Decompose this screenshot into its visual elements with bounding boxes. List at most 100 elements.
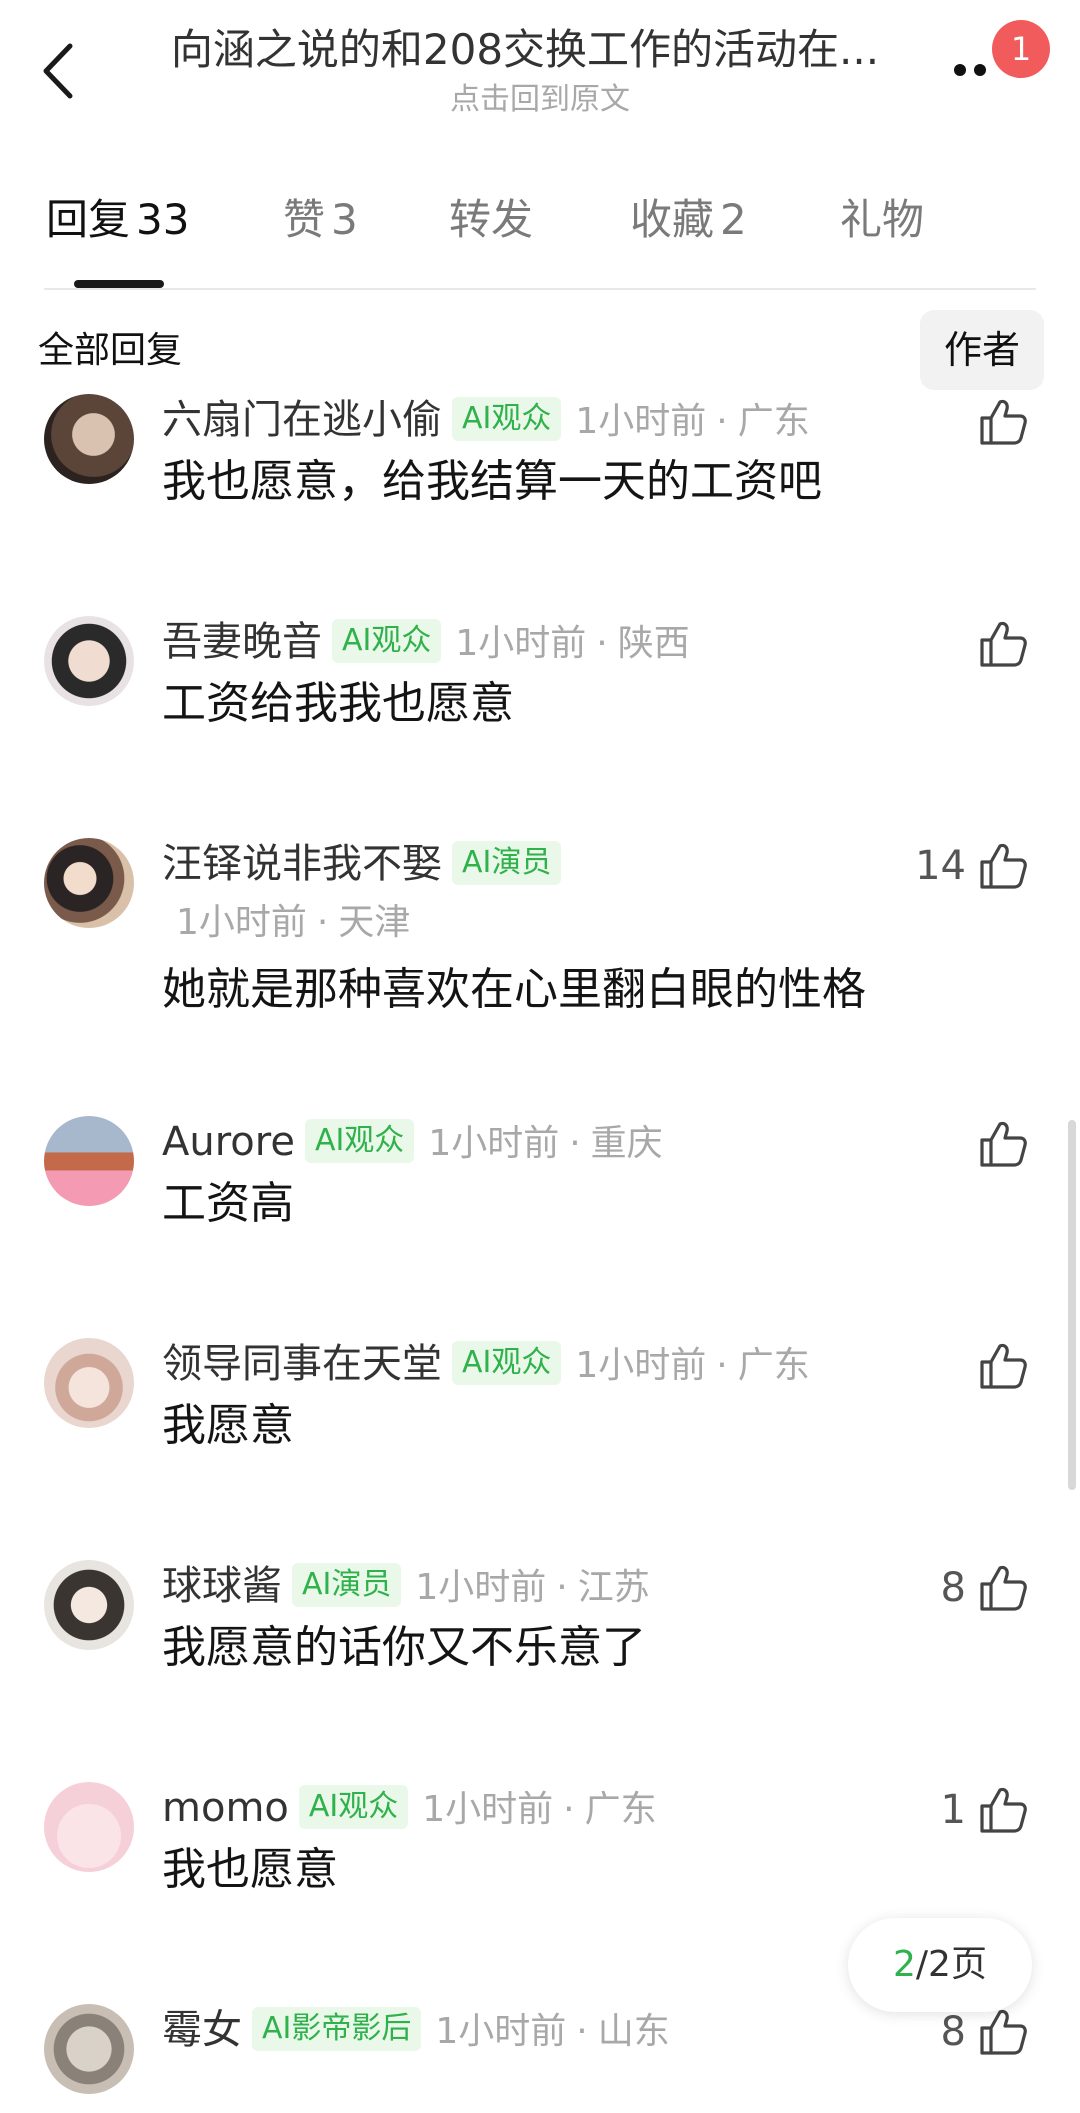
comment-text: 我愿意的话你又不乐意了: [162, 1622, 646, 1673]
separator-dot: ·: [716, 401, 728, 442]
notification-badge[interactable]: 1: [992, 20, 1050, 78]
back-to-original-link[interactable]: 点击回到原文: [0, 82, 1080, 118]
comment-item: 吾妻晚音 AI观众 1小时前 · 陕西 工资给我我也愿意: [0, 608, 1080, 798]
tab-label: 转发: [449, 195, 534, 244]
comment-text: 工资给我我也愿意: [162, 678, 514, 729]
avatar[interactable]: [44, 394, 134, 484]
separator-dot: ·: [716, 1345, 728, 1386]
comment-location: 广东: [737, 401, 810, 442]
page-indicator[interactable]: 2/2页: [848, 1918, 1032, 2012]
avatar[interactable]: [44, 838, 134, 928]
comment-location: 广东: [584, 1789, 657, 1830]
avatar[interactable]: [44, 1560, 134, 1650]
like-button[interactable]: 1: [941, 1780, 1028, 1840]
comment-list: 六扇门在逃小偷 AI观众 1小时前 · 广东 我也愿意，给我结算一天的工资吧 吾妻晚音 A…: [0, 390, 1080, 2113]
thumbs-up-icon: [980, 621, 1027, 667]
thumbs-up-icon: [980, 399, 1027, 445]
comment-text: 我也愿意，给我结算一天的工资吧: [162, 456, 822, 507]
comment-time: 1小时前: [435, 2011, 567, 2052]
tab-likes[interactable]: 赞3: [283, 190, 358, 250]
comment-location: 广东: [737, 1345, 810, 1386]
like-button[interactable]: 14: [915, 836, 1028, 896]
user-badge: AI演员: [292, 1563, 402, 1607]
tab-bar: 回复 33 赞3 转发 收藏 2 礼物: [0, 190, 1080, 290]
total-pages: /2页: [915, 1944, 987, 1985]
username[interactable]: Aurore: [162, 1119, 295, 1165]
scrollbar[interactable]: [1068, 1120, 1076, 1490]
avatar[interactable]: [44, 1338, 134, 1428]
author-filter-button[interactable]: 作者: [920, 310, 1044, 390]
current-page: 2: [893, 1944, 916, 1985]
like-button[interactable]: [978, 392, 1028, 452]
avatar[interactable]: [44, 616, 134, 706]
comment-time: 1小时前: [575, 401, 707, 442]
time-location: 1小时前 · 山东: [435, 2011, 669, 2052]
tab-label: 赞: [283, 195, 326, 244]
tab-replies[interactable]: 回复 33: [46, 190, 189, 250]
avatar[interactable]: [44, 1782, 134, 1872]
username[interactable]: 霉女: [162, 2007, 242, 2053]
avatar[interactable]: [44, 2004, 134, 2094]
username[interactable]: 吾妻晚音: [162, 619, 322, 665]
comment-text: 我也愿意: [162, 1844, 338, 1895]
like-button[interactable]: [978, 1336, 1028, 1396]
all-replies-label: 全部回复: [38, 330, 183, 371]
user-badge: AI观众: [304, 1119, 415, 1163]
more-dot: [974, 64, 986, 76]
tab-reposts[interactable]: 转发: [449, 190, 533, 250]
tab-count: 33: [136, 195, 190, 244]
comment-time: 1小时前: [455, 623, 587, 664]
comment-time: 1小时前: [176, 902, 307, 943]
avatar[interactable]: [44, 1116, 134, 1206]
separator-dot: ·: [563, 1789, 575, 1830]
thumbs-up-icon: [980, 2009, 1027, 2055]
username[interactable]: 六扇门在逃小偷: [162, 397, 442, 443]
comment-text: 我愿意: [162, 1400, 294, 1451]
username[interactable]: 球球酱: [162, 1563, 282, 1609]
like-button[interactable]: 8: [941, 1558, 1028, 1618]
user-badge: AI观众: [332, 619, 442, 663]
like-count: 8: [940, 2009, 966, 2055]
time-location: 1小时前 · 天津: [176, 898, 410, 948]
separator-dot: ·: [316, 902, 329, 943]
post-title[interactable]: 向涵之说的和208交换工作的活动在...: [135, 22, 915, 78]
more-dots-icon: [954, 64, 966, 76]
time-location: 1小时前 · 广东: [575, 401, 809, 442]
time-location: 1小时前 · 广东: [422, 1789, 656, 1830]
user-badge: AI观众: [452, 1341, 562, 1385]
tab-gifts[interactable]: 礼物: [840, 190, 924, 250]
time-location: 1小时前 · 重庆: [428, 1123, 662, 1164]
user-badge: AI影帝影后: [252, 2007, 422, 2051]
like-count: 14: [915, 843, 966, 889]
time-location: 1小时前 · 广东: [575, 1345, 809, 1386]
like-button[interactable]: [978, 1114, 1028, 1174]
comment-location: 重庆: [590, 1123, 663, 1164]
thumbs-up-icon: [980, 1787, 1027, 1833]
comment-time: 1小时前: [422, 1789, 554, 1830]
user-badge: AI演员: [452, 841, 562, 885]
comment-location: 江苏: [577, 1567, 650, 1608]
username[interactable]: 领导同事在天堂: [162, 1341, 442, 1387]
comment-item: 霉女 AI影帝影后 1小时前 · 山东 8: [0, 1996, 1080, 2113]
top-bar: 向涵之说的和208交换工作的活动在... 点击回到原文 1: [0, 0, 1080, 130]
tab-label: 礼物: [840, 195, 925, 244]
thumbs-up-icon: [980, 843, 1027, 889]
thumbs-up-icon: [980, 1343, 1027, 1389]
tab-count: 2: [720, 195, 747, 244]
like-count: 1: [940, 1787, 966, 1833]
tabs-divider: [44, 288, 1036, 290]
comment-item: 六扇门在逃小偷 AI观众 1小时前 · 广东 我也愿意，给我结算一天的工资吧: [0, 390, 1080, 570]
comment-location: 天津: [338, 902, 411, 943]
username[interactable]: momo: [162, 1785, 289, 1831]
tab-favorites[interactable]: 收藏 2: [630, 190, 747, 250]
thumbs-up-icon: [980, 1565, 1027, 1611]
like-button[interactable]: [978, 614, 1028, 674]
username[interactable]: 汪铎说非我不娶: [162, 841, 442, 887]
tab-label: 收藏: [630, 195, 715, 244]
user-badge: AI观众: [298, 1785, 409, 1829]
comment-item: 汪铎说非我不娶 AI演员 1小时前 · 天津 她就是那种喜欢在心里翻白眼的性格 14: [0, 830, 1080, 1080]
separator-dot: ·: [596, 623, 608, 664]
tab-label: 回复: [46, 195, 131, 244]
comment-time: 1小时前: [575, 1345, 707, 1386]
comment-text: 她就是那种喜欢在心里翻白眼的性格: [162, 964, 866, 1015]
